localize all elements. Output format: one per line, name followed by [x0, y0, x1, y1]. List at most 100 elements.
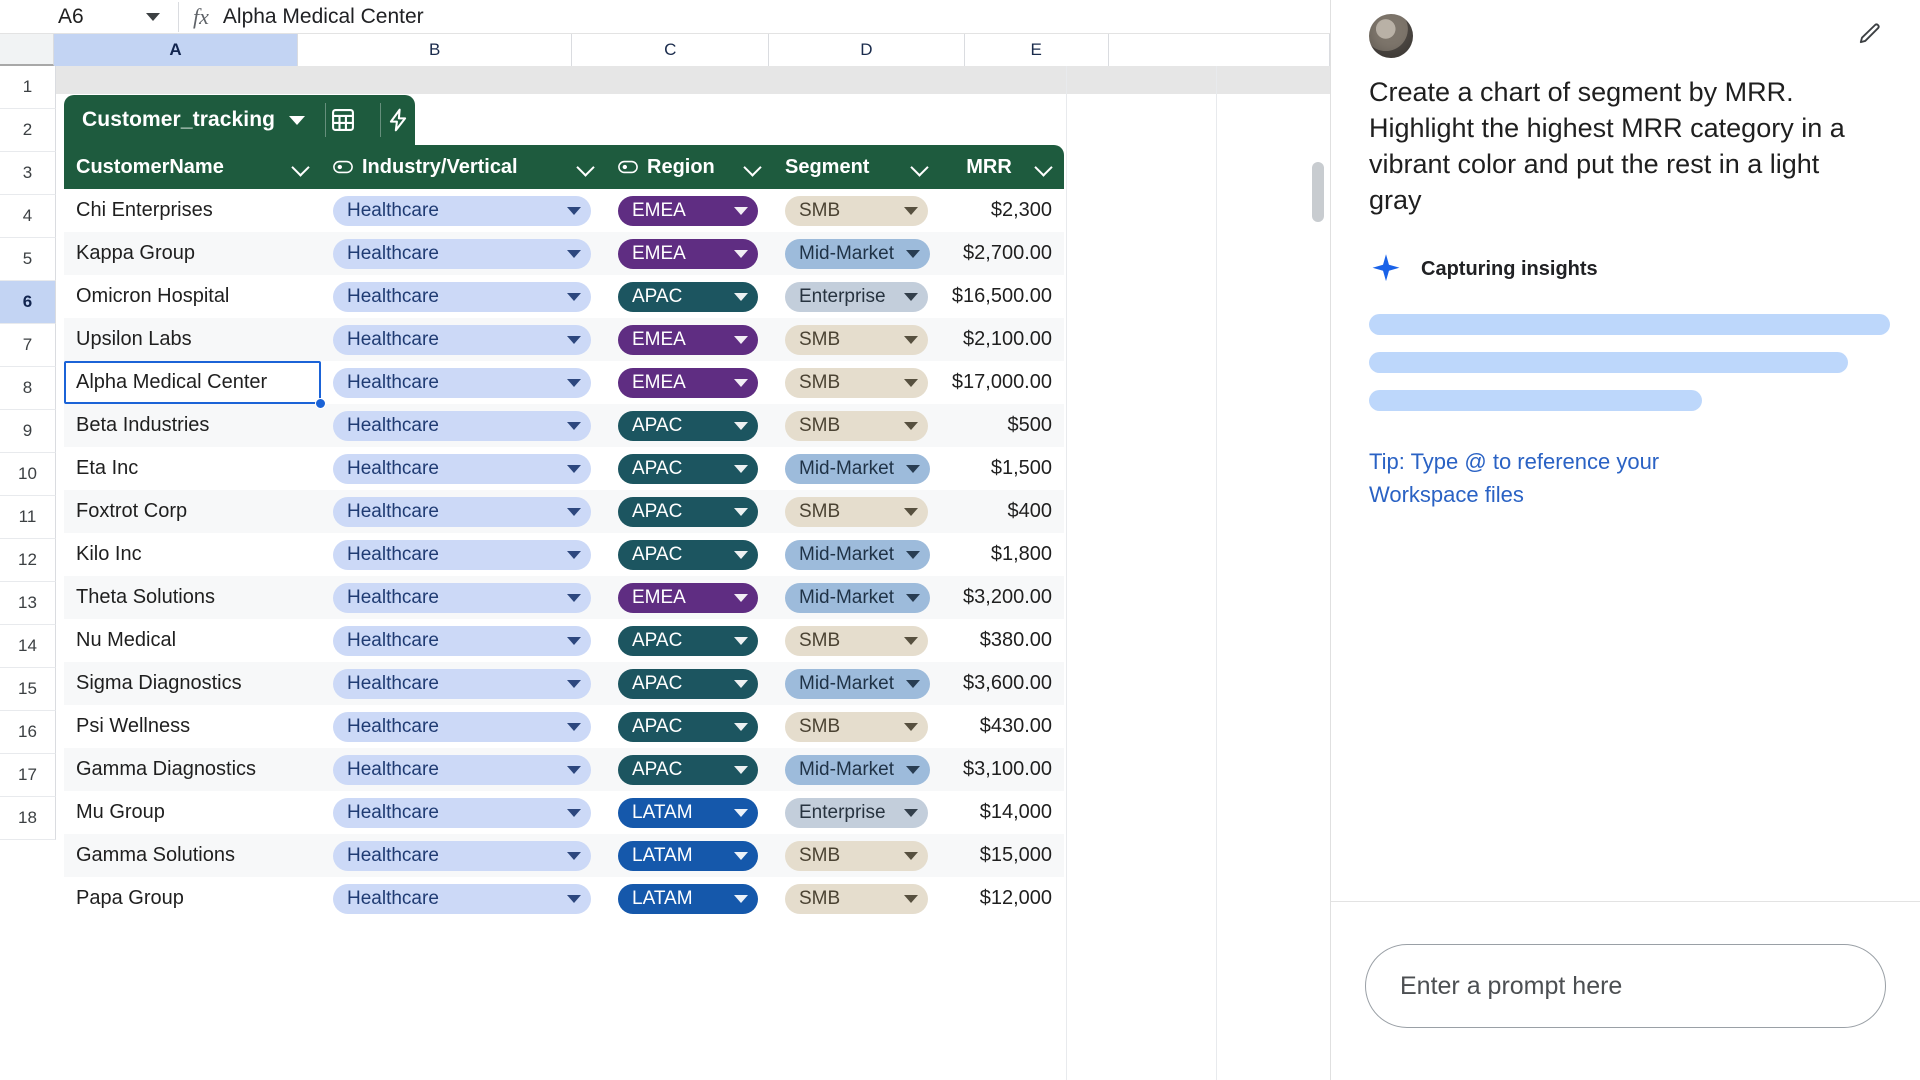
row-header-15[interactable]: 15: [0, 668, 56, 711]
column-header-e[interactable]: E: [964, 34, 1109, 66]
cell-mrr[interactable]: $14,000: [940, 791, 1064, 834]
chevron-down-icon[interactable]: [734, 679, 748, 688]
cell-segment[interactable]: SMB: [773, 834, 940, 877]
table-row[interactable]: Kilo Inc Healthcare APAC Mid-Market $1,800: [64, 533, 1064, 576]
chevron-down-icon[interactable]: [734, 507, 748, 516]
cell-industry[interactable]: Healthcare: [321, 791, 606, 834]
table-row[interactable]: Sigma Diagnostics Healthcare APAC Mid-Marke…: [64, 662, 1064, 705]
row-header-9[interactable]: 9: [0, 410, 56, 453]
chevron-down-icon[interactable]: [1036, 159, 1052, 175]
table-row[interactable]: Nu Medical Healthcare APAC SMB $380.00: [64, 619, 1064, 662]
cell-industry[interactable]: Healthcare: [321, 404, 606, 447]
industry-chip[interactable]: Healthcare: [333, 453, 591, 484]
cell-segment[interactable]: SMB: [773, 490, 940, 533]
chevron-down-icon[interactable]: [912, 159, 928, 175]
table-row[interactable]: Omicron Hospital Healthcare APAC Enterprise…: [64, 275, 1064, 318]
segment-chip[interactable]: Mid-Market: [785, 539, 931, 570]
row-header-10[interactable]: 10: [0, 453, 56, 496]
chevron-down-icon[interactable]: [567, 679, 581, 688]
segment-chip[interactable]: SMB: [785, 195, 928, 226]
chevron-down-icon[interactable]: [904, 808, 918, 817]
chevron-down-icon[interactable]: [906, 679, 921, 688]
chevron-down-icon[interactable]: [567, 593, 581, 602]
industry-chip[interactable]: Healthcare: [333, 625, 591, 656]
row-header-16[interactable]: 16: [0, 711, 56, 754]
chevron-down-icon[interactable]: [289, 115, 306, 125]
segment-chip[interactable]: Mid-Market: [785, 238, 931, 269]
industry-chip[interactable]: Healthcare: [333, 539, 591, 570]
chevron-down-icon[interactable]: [734, 292, 748, 301]
chevron-down-icon[interactable]: [734, 335, 748, 344]
chevron-down-icon[interactable]: [567, 894, 581, 903]
industry-chip[interactable]: Healthcare: [333, 367, 591, 398]
industry-chip[interactable]: Healthcare: [333, 281, 591, 312]
column-header-c[interactable]: C: [572, 34, 770, 66]
segment-chip[interactable]: SMB: [785, 883, 928, 914]
cell-segment[interactable]: SMB: [773, 619, 940, 662]
chevron-down-icon[interactable]: [734, 765, 748, 774]
industry-chip[interactable]: Healthcare: [333, 410, 591, 441]
cell-industry[interactable]: Healthcare: [321, 705, 606, 748]
chevron-down-icon[interactable]: [567, 851, 581, 860]
cell-segment[interactable]: Mid-Market: [773, 447, 940, 490]
cell-region[interactable]: LATAM: [606, 791, 773, 834]
cell-mrr[interactable]: $430.00: [940, 705, 1064, 748]
chevron-down-icon[interactable]: [567, 550, 581, 559]
vertical-scrollbar-thumb[interactable]: [1312, 162, 1324, 222]
region-chip[interactable]: APAC: [618, 668, 758, 699]
cell-customer-name[interactable]: Mu Group: [64, 791, 321, 834]
cell-industry[interactable]: Healthcare: [321, 447, 606, 490]
chevron-down-icon[interactable]: [567, 722, 581, 731]
table-row[interactable]: Papa Group Healthcare LATAM SMB $12,000: [64, 877, 1064, 920]
region-chip[interactable]: APAC: [618, 453, 758, 484]
segment-chip[interactable]: SMB: [785, 324, 928, 355]
row-header-1[interactable]: 1: [0, 66, 56, 109]
cell-segment[interactable]: Mid-Market: [773, 576, 940, 619]
industry-chip[interactable]: Healthcare: [333, 238, 591, 269]
chevron-down-icon[interactable]: [567, 765, 581, 774]
cell-mrr[interactable]: $17,000.00: [940, 361, 1064, 404]
cell-mrr[interactable]: $16,500.00: [940, 275, 1064, 318]
cell-region[interactable]: APAC: [606, 404, 773, 447]
chevron-down-icon[interactable]: [734, 851, 748, 860]
cell-mrr[interactable]: $3,100.00: [940, 748, 1064, 791]
row-header-7[interactable]: 7: [0, 324, 56, 367]
row-header-17[interactable]: 17: [0, 754, 56, 797]
region-chip[interactable]: EMEA: [618, 324, 758, 355]
cell-region[interactable]: APAC: [606, 490, 773, 533]
cell-segment[interactable]: Enterprise: [773, 275, 940, 318]
cell-customer-name[interactable]: Alpha Medical Center: [64, 361, 321, 404]
table-row[interactable]: Gamma Solutions Healthcare LATAM SMB $15,000: [64, 834, 1064, 877]
segment-chip[interactable]: SMB: [785, 840, 928, 871]
column-header-customername[interactable]: CustomerName: [64, 145, 321, 189]
cell-region[interactable]: APAC: [606, 447, 773, 490]
row-header-14[interactable]: 14: [0, 625, 56, 668]
cell-industry[interactable]: Healthcare: [321, 490, 606, 533]
cell-customer-name[interactable]: Kilo Inc: [64, 533, 321, 576]
cell-segment[interactable]: SMB: [773, 361, 940, 404]
chevron-down-icon[interactable]: [906, 550, 921, 559]
cell-mrr[interactable]: $400: [940, 490, 1064, 533]
cell-customer-name[interactable]: Theta Solutions: [64, 576, 321, 619]
chevron-down-icon[interactable]: [567, 249, 581, 258]
cell-industry[interactable]: Healthcare: [321, 662, 606, 705]
cell-industry[interactable]: Healthcare: [321, 748, 606, 791]
row-header-3[interactable]: 3: [0, 152, 56, 195]
table-name-tab[interactable]: Customer_tracking: [64, 95, 415, 145]
region-chip[interactable]: EMEA: [618, 195, 758, 226]
chevron-down-icon[interactable]: [906, 593, 921, 602]
row-header-6[interactable]: 6: [0, 281, 56, 324]
segment-chip[interactable]: SMB: [785, 367, 928, 398]
chevron-down-icon[interactable]: [567, 421, 581, 430]
cell-industry[interactable]: Healthcare: [321, 877, 606, 920]
segment-chip[interactable]: SMB: [785, 410, 928, 441]
region-chip[interactable]: APAC: [618, 281, 758, 312]
industry-chip[interactable]: Healthcare: [333, 195, 591, 226]
chevron-down-icon[interactable]: [734, 894, 748, 903]
cell-region[interactable]: EMEA: [606, 189, 773, 232]
workspace-tip-text[interactable]: Tip: Type @ to reference your Workspace …: [1369, 445, 1709, 511]
region-chip[interactable]: EMEA: [618, 367, 758, 398]
industry-chip[interactable]: Healthcare: [333, 883, 591, 914]
row-header-11[interactable]: 11: [0, 496, 56, 539]
table-row[interactable]: Chi Enterprises Healthcare EMEA SMB $2,300: [64, 189, 1064, 232]
